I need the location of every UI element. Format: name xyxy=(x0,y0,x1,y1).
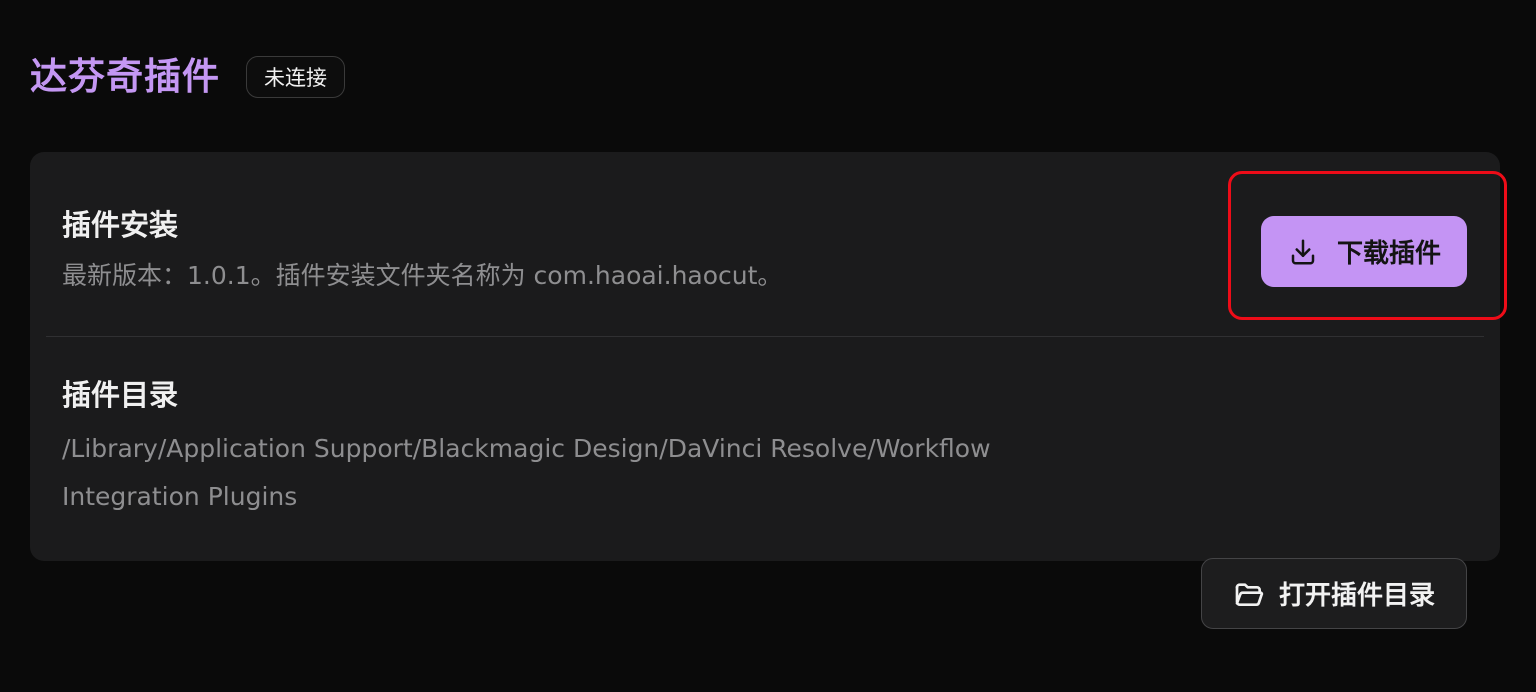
plugin-install-description: 最新版本：1.0.1。插件安装文件夹名称为 com.haoai.haocut。 xyxy=(62,261,783,290)
folder-open-icon xyxy=(1233,578,1265,610)
plugin-directory-row: 插件目录 /Library/Application Support/Blackm… xyxy=(30,337,1500,629)
header: 达芬奇插件 未连接 xyxy=(30,52,345,102)
plugin-install-row: 插件安装 最新版本：1.0.1。插件安装文件夹名称为 com.haoai.hao… xyxy=(30,152,1507,337)
page-title: 达芬奇插件 xyxy=(30,55,220,98)
page: 达芬奇插件 未连接 插件安装 最新版本：1.0.1。插件安装文件夹名称为 com… xyxy=(0,0,1536,692)
open-plugin-directory-label: 打开插件目录 xyxy=(1278,580,1435,610)
plugin-directory-path: /Library/Application Support/Blackmagic … xyxy=(62,434,991,511)
status-badge: 未连接 xyxy=(246,56,345,98)
open-plugin-directory-button[interactable]: 打开插件目录 xyxy=(1201,558,1467,629)
download-icon xyxy=(1287,236,1319,268)
download-plugin-button[interactable]: 下载插件 xyxy=(1261,216,1467,287)
plugin-settings-card: 插件安装 最新版本：1.0.1。插件安装文件夹名称为 com.haoai.hao… xyxy=(30,152,1507,629)
download-plugin-label: 下载插件 xyxy=(1336,238,1441,268)
plugin-directory-title: 插件目录 xyxy=(62,378,179,412)
plugin-install-title: 插件安装 xyxy=(62,208,179,242)
